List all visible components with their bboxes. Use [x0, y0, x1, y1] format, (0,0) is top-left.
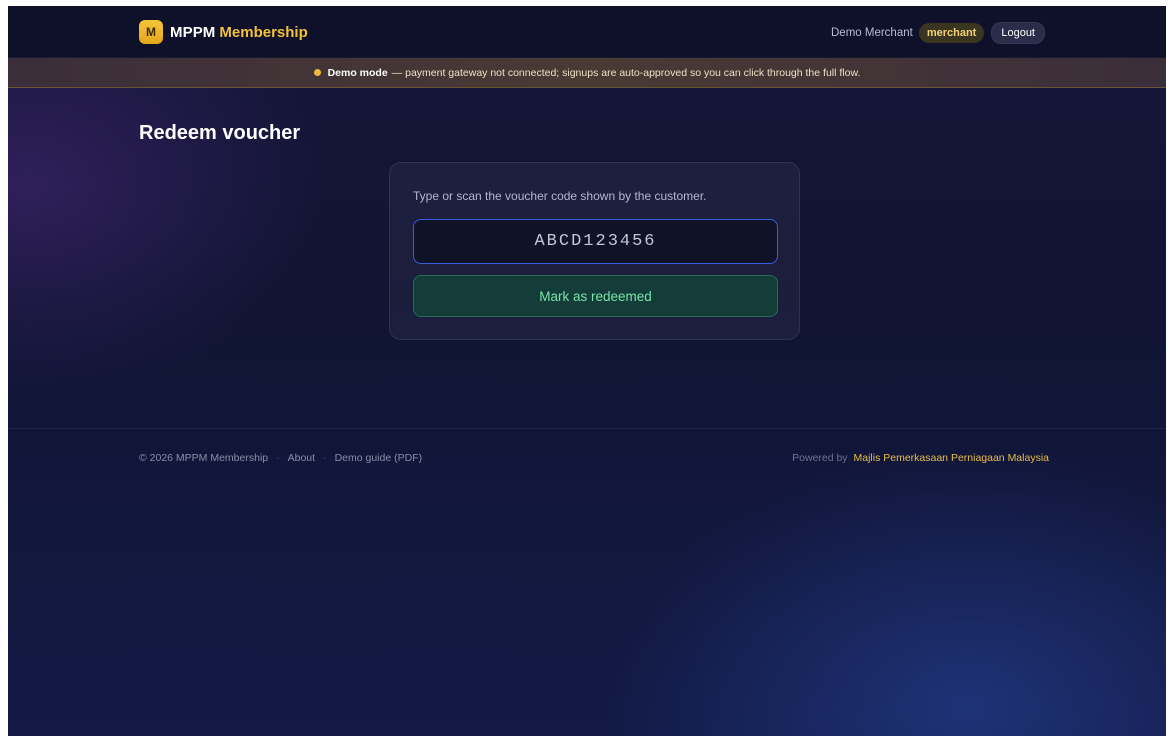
brand-accent: Membership: [219, 23, 308, 41]
demo-mode-text: — payment gateway not connected; signups…: [391, 66, 861, 79]
org-link[interactable]: Majlis Pemerkasaan Perniagaan Malaysia: [853, 452, 1049, 464]
voucher-code-input[interactable]: [413, 219, 778, 264]
footer-links: © 2026 MPPM Membership · About · Demo gu…: [139, 452, 422, 464]
logo-icon: M: [139, 20, 163, 44]
footer-separator: ·: [276, 452, 280, 464]
powered-by-label: Powered by: [792, 452, 848, 464]
demo-mode-label: Demo mode: [327, 66, 388, 79]
page-title: Redeem voucher: [139, 122, 301, 144]
status-dot-icon: [313, 69, 321, 76]
footer-copyright: © 2026 MPPM Membership: [139, 452, 269, 464]
brand-name: MPPM: [170, 23, 216, 41]
footer-about-link[interactable]: About: [288, 452, 315, 464]
page: M MPPM Membership Demo Merchant merchant…: [8, 6, 1166, 736]
voucher-hint: Type or scan the voucher code shown by t…: [413, 189, 707, 203]
redeem-card: Type or scan the voucher code shown by t…: [389, 162, 800, 340]
mark-redeemed-button[interactable]: Mark as redeemed: [413, 275, 778, 317]
user-menu: Demo Merchant merchant Logout: [831, 22, 1045, 44]
footer-powered-by: Powered by Majlis Pemerkasaan Perniagaan…: [792, 452, 1049, 464]
footer-demo-guide-link[interactable]: Demo guide (PDF): [335, 452, 423, 464]
footer-divider: [8, 428, 1166, 429]
footer-separator: ·: [323, 452, 327, 464]
logout-button[interactable]: Logout: [991, 22, 1045, 44]
role-badge: merchant: [918, 23, 985, 43]
user-name: Demo Merchant: [831, 27, 913, 39]
top-navbar: M MPPM Membership Demo Merchant merchant…: [8, 6, 1166, 58]
brand-link[interactable]: M MPPM Membership: [139, 20, 308, 44]
demo-mode-banner: Demo mode — payment gateway not connecte…: [8, 58, 1166, 88]
